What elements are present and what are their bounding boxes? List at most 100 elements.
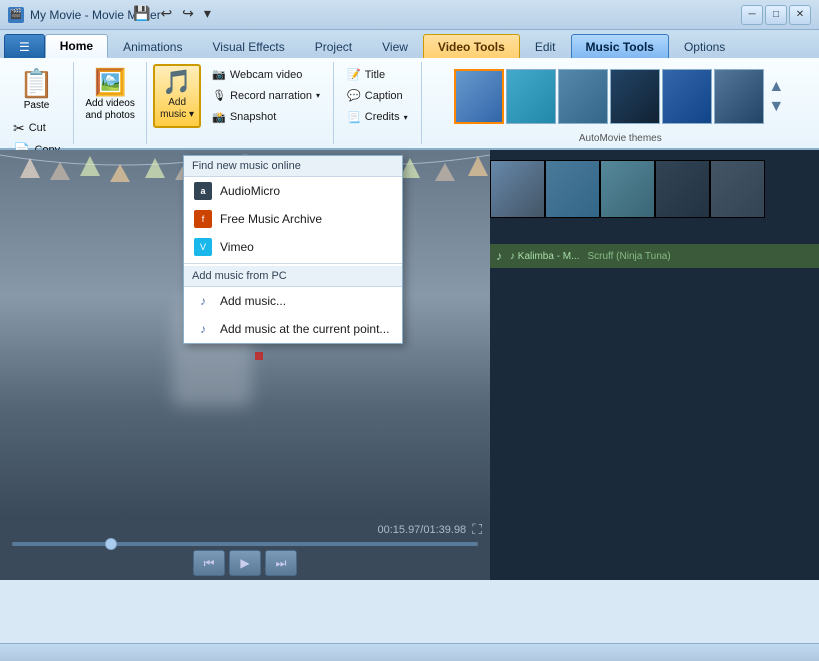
automovie-content: ▲ ▼ bbox=[454, 62, 786, 131]
automovie-scroll-down[interactable]: ▼ bbox=[766, 98, 786, 116]
automovie-label: AutoMovie themes bbox=[428, 131, 813, 144]
ribbon-content: 📋 Paste ✂ Cut 📄 Copy Cl bbox=[0, 58, 819, 150]
scissors-icon: ✂ bbox=[13, 120, 25, 137]
automovie-thumb-5[interactable] bbox=[662, 69, 712, 124]
dropdown-divider bbox=[184, 263, 402, 264]
play-button[interactable]: ▶ bbox=[229, 550, 261, 576]
camera-icon: 📸 bbox=[212, 111, 226, 124]
dropdown-section-pc: Add music from PC bbox=[184, 266, 402, 287]
mic-icon: 🎙 bbox=[212, 89, 226, 102]
add-music-content: 🎵 Addmusic ▾ 📷 Webcam video 🎙 Record nar… bbox=[153, 62, 327, 142]
qat-menu[interactable]: ▾ bbox=[201, 4, 214, 23]
timecode-text: 00:15.97/01:39.98 bbox=[377, 524, 466, 536]
text-tools-group: 📝 Title 💬 Caption 📃 Credits ▾ bbox=[334, 62, 422, 144]
text-tools-content: 📝 Title 💬 Caption 📃 Credits ▾ bbox=[340, 62, 415, 142]
cut-button[interactable]: ✂ Cut bbox=[6, 118, 67, 138]
credits-icon: 📃 bbox=[347, 111, 361, 124]
timeline-area: ♪ ♪ Kalimba - M... Scruff (Ninja Tuna) bbox=[490, 150, 819, 580]
credits-button[interactable]: 📃 Credits ▾ bbox=[340, 107, 415, 127]
tab-video-tools[interactable]: Video Tools bbox=[423, 34, 520, 58]
film-frame-1[interactable] bbox=[490, 160, 545, 218]
add-videos-group: 🖼️ Add videos and photos bbox=[74, 62, 147, 144]
tab-view[interactable]: View bbox=[367, 34, 423, 58]
film-frame-4[interactable] bbox=[655, 160, 710, 218]
expand-button[interactable]: ⛶ bbox=[472, 521, 482, 538]
window-controls: ─ □ ✕ bbox=[741, 5, 811, 25]
automovie-thumb-3[interactable] bbox=[558, 69, 608, 124]
add-music-label bbox=[153, 142, 327, 144]
tab-music-tools[interactable]: Music Tools bbox=[571, 34, 669, 58]
webcam-button[interactable]: 📷 Webcam video bbox=[205, 65, 327, 85]
app-menu-button[interactable]: ☰ bbox=[4, 34, 45, 58]
prev-frame-button[interactable]: ⏮ bbox=[193, 550, 225, 576]
playback-buttons: ⏮ ▶ ⏭ bbox=[8, 550, 482, 576]
prev-frame-icon: ⏮ bbox=[204, 556, 215, 571]
tab-options[interactable]: Options bbox=[669, 34, 740, 58]
automovie-thumb-4[interactable] bbox=[610, 69, 660, 124]
title-bar: 🎬 My Movie - Movie Maker ─ □ ✕ bbox=[0, 0, 819, 30]
add-music-dropdown: Find new music online a AudioMicro f Fre… bbox=[183, 155, 403, 344]
add-videos-button[interactable]: 🖼️ Add videos and photos bbox=[80, 64, 140, 125]
main-area: 00:15.97/01:39.98 ⛶ ⏮ ▶ ⏭ bbox=[0, 150, 819, 580]
clipboard-buttons: 📋 Paste ✂ Cut 📄 Copy bbox=[6, 62, 67, 162]
tab-row: ☰ Home Animations Visual Effects Project… bbox=[0, 30, 819, 58]
timecode: 00:15.97/01:39.98 ⛶ bbox=[8, 521, 482, 538]
quick-access-toolbar: 💾 ↩ ↪ ▾ bbox=[130, 4, 214, 23]
seekbar[interactable] bbox=[12, 542, 478, 546]
seekbar-thumb[interactable] bbox=[105, 538, 117, 550]
film-frame-5[interactable] bbox=[710, 160, 765, 218]
fma-item[interactable]: f Free Music Archive bbox=[184, 205, 402, 233]
music-note-icon-track: ♪ bbox=[496, 249, 502, 263]
tab-animations[interactable]: Animations bbox=[108, 34, 197, 58]
add-music-button[interactable]: 🎵 Addmusic ▾ bbox=[153, 64, 201, 128]
film-frame-2[interactable] bbox=[545, 160, 600, 218]
app-icon: 🎬 bbox=[8, 7, 24, 23]
tab-home[interactable]: Home bbox=[45, 34, 108, 58]
caption-button[interactable]: 💬 Caption bbox=[340, 86, 415, 106]
preview-controls: 00:15.97/01:39.98 ⛶ ⏮ ▶ ⏭ bbox=[0, 517, 490, 580]
red-dot bbox=[255, 352, 263, 360]
ribbon-area: ☰ Home Animations Visual Effects Project… bbox=[0, 30, 819, 150]
status-bar bbox=[0, 643, 819, 661]
automovie-scroll: ▲ ▼ bbox=[766, 78, 786, 116]
vimeo-icon: V bbox=[194, 238, 212, 256]
tab-visual-effects[interactable]: Visual Effects bbox=[197, 34, 299, 58]
snapshot-button[interactable]: 📸 Snapshot bbox=[205, 107, 327, 127]
music-track-label2: Scruff (Ninja Tuna) bbox=[587, 251, 670, 262]
automovie-group: ▲ ▼ AutoMovie themes bbox=[422, 62, 819, 144]
record-narration-button[interactable]: 🎙 Record narration ▾ bbox=[205, 86, 327, 106]
automovie-thumb-1[interactable] bbox=[454, 69, 504, 124]
vimeo-item[interactable]: V Vimeo bbox=[184, 233, 402, 261]
caption-icon: 💬 bbox=[347, 89, 361, 102]
fma-icon: f bbox=[194, 210, 212, 228]
add-music-at-point-item[interactable]: ♪ Add music at the current point... bbox=[184, 315, 402, 343]
automovie-scroll-up[interactable]: ▲ bbox=[766, 78, 786, 96]
title-icon: 📝 bbox=[347, 68, 361, 81]
next-frame-button[interactable]: ⏭ bbox=[265, 550, 297, 576]
music-note-icon: 🎵 bbox=[162, 71, 192, 95]
minimize-button[interactable]: ─ bbox=[741, 5, 763, 25]
add-videos-group-label bbox=[80, 142, 140, 144]
film-frame-3[interactable] bbox=[600, 160, 655, 218]
small-tools-col: 📷 Webcam video 🎙 Record narration ▾ 📸 Sn… bbox=[205, 64, 327, 128]
close-button[interactable]: ✕ bbox=[789, 5, 811, 25]
automovie-thumb-6[interactable] bbox=[714, 69, 764, 124]
text-btns-col: 📝 Title 💬 Caption 📃 Credits ▾ bbox=[340, 64, 415, 128]
maximize-button[interactable]: □ bbox=[765, 5, 787, 25]
qat-undo[interactable]: ↩ bbox=[157, 4, 175, 23]
tab-edit[interactable]: Edit bbox=[520, 34, 571, 58]
add-music-at-point-icon: ♪ bbox=[194, 320, 212, 338]
title-button[interactable]: 📝 Title bbox=[340, 65, 415, 85]
qat-redo[interactable]: ↪ bbox=[179, 4, 197, 23]
add-music-item[interactable]: ♪ Add music... bbox=[184, 287, 402, 315]
automovie-thumb-2[interactable] bbox=[506, 69, 556, 124]
add-music-pc-icon: ♪ bbox=[194, 292, 212, 310]
qat-save[interactable]: 💾 bbox=[130, 4, 153, 23]
tab-project[interactable]: Project bbox=[300, 34, 367, 58]
audiomicro-item[interactable]: a AudioMicro bbox=[184, 177, 402, 205]
add-videos-content: 🖼️ Add videos and photos bbox=[80, 62, 140, 142]
paste-button[interactable]: 📋 Paste bbox=[10, 64, 63, 114]
dropdown-section-online: Find new music online bbox=[184, 156, 402, 177]
music-track-label: ♪ Kalimba - M... bbox=[510, 251, 579, 262]
webcam-icon: 📷 bbox=[212, 68, 226, 81]
